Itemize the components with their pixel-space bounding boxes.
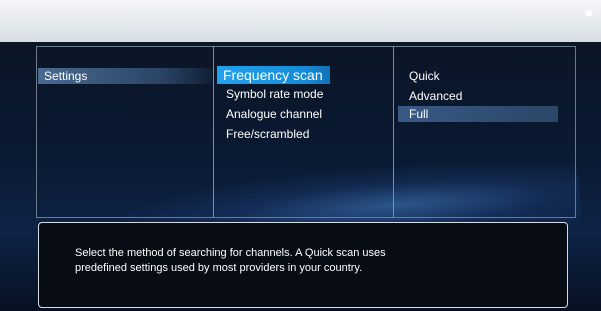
menu-item-symbol-rate-mode[interactable]: Symbol rate mode <box>226 86 376 102</box>
tv-screen: Settings Frequency scan Symbol rate mode… <box>0 42 601 311</box>
menu-item-settings[interactable]: Settings <box>38 68 212 84</box>
info-description: Select the method of searching for chann… <box>75 247 386 274</box>
power-indicator-icon <box>586 10 592 16</box>
column-separator-1 <box>213 46 214 218</box>
column-separator-2 <box>393 46 394 218</box>
menu-item-analogue-channel[interactable]: Analogue channel <box>226 106 376 122</box>
menu-item-free-scrambled[interactable]: Free/scrambled <box>226 126 376 142</box>
option-quick[interactable]: Quick <box>403 68 553 84</box>
tv-bezel <box>0 0 601 44</box>
menu-item-frequency-scan[interactable]: Frequency scan <box>217 66 330 84</box>
option-advanced[interactable]: Advanced <box>403 88 553 104</box>
info-panel: Select the method of searching for chann… <box>38 222 568 308</box>
option-full[interactable]: Full <box>398 106 558 122</box>
